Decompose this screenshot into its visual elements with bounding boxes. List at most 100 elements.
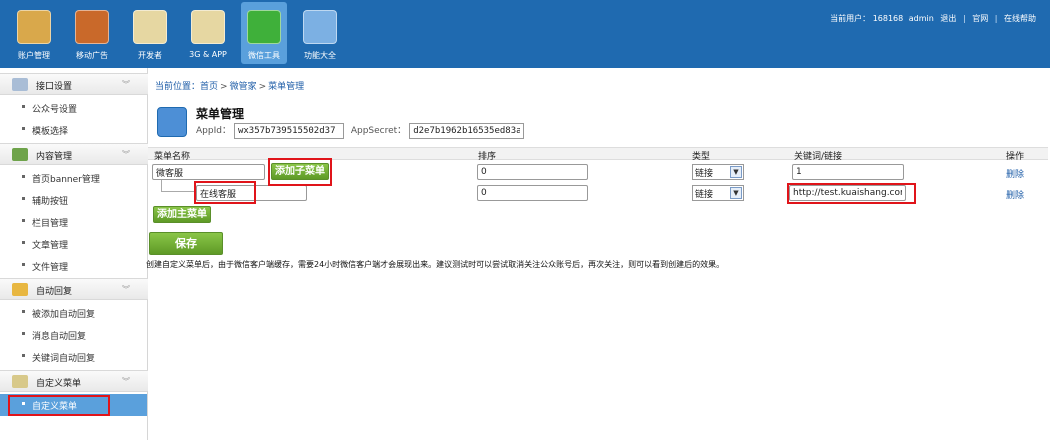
current-user-label: 当前用户： xyxy=(830,14,871,23)
sidebar-item-follow-reply[interactable]: 被添加自动回复 xyxy=(0,302,147,324)
bullet-icon xyxy=(22,105,25,108)
user-name: admin xyxy=(908,14,934,23)
sidebar-group-label: 自定义菜单 xyxy=(36,379,82,389)
sidebar-item-template[interactable]: 模板选择 xyxy=(0,119,147,141)
sidebar-item-files[interactable]: 文件管理 xyxy=(0,255,147,277)
logout-link[interactable]: 退出 xyxy=(940,14,956,23)
nav-label: 移动广告 xyxy=(76,51,108,60)
sidebar-item-label: 关键词自动回复 xyxy=(32,354,96,364)
bars-icon xyxy=(12,375,28,388)
notepad-icon xyxy=(191,10,225,44)
sidebar-item-label: 栏目管理 xyxy=(32,219,69,229)
interface-icon xyxy=(12,78,28,91)
col-type: 类型 xyxy=(692,152,711,162)
col-menu-name: 菜单名称 xyxy=(154,152,191,162)
top-header: 账户管理 移动广告 开发者 3G & APP 微信工具 功能大全 当前用户： 1… xyxy=(0,0,1050,68)
gear-icon xyxy=(303,10,337,44)
col-keyword: 关键词/链接 xyxy=(794,152,843,162)
sidebar-item-columns[interactable]: 栏目管理 xyxy=(0,211,147,233)
bullet-icon xyxy=(22,219,25,222)
keyword-input[interactable] xyxy=(792,164,904,180)
cache-note: 创建自定义菜单后，由于微信客户端缓存，需要24小时微信客户端才会展现出来。建议测… xyxy=(146,260,725,269)
sidebar-group-label: 内容管理 xyxy=(36,152,73,162)
highlight-box-sub-name xyxy=(194,181,256,204)
nav-3g-app[interactable]: 3G & APP xyxy=(188,10,228,59)
nav-label: 3G & APP xyxy=(189,50,227,59)
page-title: 菜单管理 xyxy=(196,107,245,121)
breadcrumb-manager[interactable]: 微管家 xyxy=(230,82,257,92)
sidebar-group-auto-reply[interactable]: 自动回复 ︾ xyxy=(0,278,148,300)
nav-mobile-ads[interactable]: 移动广告 xyxy=(72,10,112,61)
bullet-icon xyxy=(22,197,25,200)
account-icon xyxy=(17,10,51,44)
sidebar-item-keyword-reply[interactable]: 关键词自动回复 xyxy=(0,346,147,368)
sidebar-item-message-reply[interactable]: 消息自动回复 xyxy=(0,324,147,346)
tree-connector xyxy=(161,180,195,192)
notepad-icon xyxy=(133,10,167,44)
bullet-icon xyxy=(22,263,25,266)
sidebar-item-label: 模板选择 xyxy=(32,127,69,137)
delete-link[interactable]: 删除 xyxy=(1006,188,1024,201)
type-select-value: 链接 xyxy=(695,169,714,179)
sidebar-item-label: 消息自动回复 xyxy=(32,332,87,342)
sort-input[interactable] xyxy=(477,164,588,180)
user-id: 168168 xyxy=(872,14,904,23)
menu-name-input[interactable] xyxy=(152,164,265,180)
menu-users-icon xyxy=(157,107,187,137)
nav-developer[interactable]: 开发者 xyxy=(130,10,170,61)
type-select-value: 链接 xyxy=(695,190,714,200)
users-icon xyxy=(12,148,28,161)
sidebar-item-label: 文章管理 xyxy=(32,241,69,251)
delete-link[interactable]: 删除 xyxy=(1006,167,1024,180)
bullet-icon xyxy=(22,241,25,244)
nav-label: 微信工具 xyxy=(248,51,280,60)
col-action: 操作 xyxy=(1006,152,1025,162)
save-button[interactable]: 保存 xyxy=(149,232,223,255)
sidebar-item-label: 被添加自动回复 xyxy=(32,310,96,320)
chevron-down-icon: ︾ xyxy=(122,150,130,159)
appid-label: AppId： xyxy=(196,126,231,136)
sidebar-item-aux-buttons[interactable]: 辅助按钮 xyxy=(0,189,147,211)
chevron-down-icon: ︾ xyxy=(122,80,130,89)
breadcrumb-prefix: 当前位置： xyxy=(155,82,201,92)
sidebar-group-content[interactable]: 内容管理 ︾ xyxy=(0,143,148,165)
nav-label: 功能大全 xyxy=(304,51,336,60)
bullet-icon xyxy=(22,127,25,130)
breadcrumb-home[interactable]: 首页 xyxy=(200,82,218,92)
chart-icon xyxy=(75,10,109,44)
nav-wechat-tools[interactable]: 微信工具 xyxy=(241,2,287,64)
user-bar: 当前用户： 168168 admin 退出 | 官网 | 在线帮助 xyxy=(830,14,1036,23)
appid-input[interactable] xyxy=(233,123,344,139)
sidebar-item-label: 首页banner管理 xyxy=(32,175,100,185)
sidebar-item-label: 公众号设置 xyxy=(32,105,78,115)
nav-account[interactable]: 账户管理 xyxy=(14,10,54,61)
sidebar-group-custom-menu[interactable]: 自定义菜单 ︾ xyxy=(0,370,148,392)
nav-label: 账户管理 xyxy=(18,51,50,60)
add-main-menu-button[interactable]: 添加主菜单 xyxy=(153,206,211,223)
bullet-icon xyxy=(22,332,25,335)
sidebar-item-label: 文件管理 xyxy=(32,263,69,273)
chevron-down-icon: ︾ xyxy=(122,285,130,294)
type-select[interactable]: 链接 ▼ xyxy=(692,164,744,180)
sidebar-item-banner[interactable]: 首页banner管理 xyxy=(0,167,147,189)
sidebar-item-label: 辅助按钮 xyxy=(32,197,69,207)
online-help-link[interactable]: 在线帮助 xyxy=(1004,14,1036,23)
wechat-icon xyxy=(247,10,281,44)
app-credentials: AppId： AppSecret： xyxy=(196,123,525,139)
col-sort: 排序 xyxy=(478,152,497,162)
chevron-down-icon: ▼ xyxy=(730,187,742,199)
nav-all-features[interactable]: 功能大全 xyxy=(300,10,340,61)
sidebar: 接口设置 ︾ 公众号设置 模板选择 内容管理 ︾ 首页banner管理 辅助按钮… xyxy=(0,68,148,440)
nav-label: 开发者 xyxy=(138,51,162,60)
bullet-icon xyxy=(22,310,25,313)
sort-input[interactable] xyxy=(477,185,588,201)
appsecret-label: AppSecret： xyxy=(350,126,407,136)
sidebar-group-interface[interactable]: 接口设置 ︾ xyxy=(0,73,148,95)
bullet-icon xyxy=(22,354,25,357)
sidebar-item-articles[interactable]: 文章管理 xyxy=(0,233,147,255)
sidebar-item-account-settings[interactable]: 公众号设置 xyxy=(0,97,147,119)
appsecret-input[interactable] xyxy=(409,123,525,139)
official-site-link[interactable]: 官网 xyxy=(972,14,988,23)
highlight-box-sidebar xyxy=(8,395,110,416)
type-select[interactable]: 链接 ▼ xyxy=(692,185,744,201)
